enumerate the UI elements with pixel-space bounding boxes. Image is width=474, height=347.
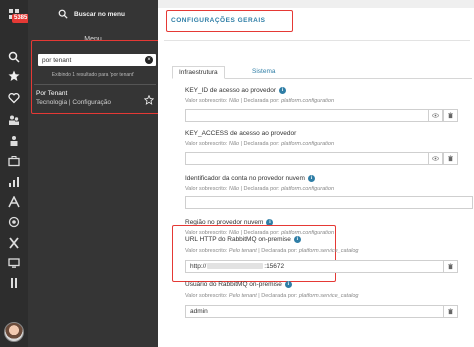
meta-declared-label: | Declarada por: — [258, 248, 298, 254]
tab-infraestrutura[interactable]: Infraestrutura — [172, 66, 225, 79]
eye-icon[interactable] — [428, 152, 443, 165]
close-x-icon[interactable] — [7, 236, 21, 250]
result-title: Por Tenant — [36, 90, 68, 97]
info-icon[interactable]: i — [293, 236, 301, 243]
menu-search-label: Buscar no menu — [74, 10, 125, 18]
menu-search-input[interactable] — [42, 56, 142, 64]
notification-badge: 5385 — [12, 14, 30, 23]
chart-icon[interactable] — [7, 175, 21, 189]
search-icon[interactable] — [7, 50, 21, 64]
field-meta: Valor sobrescrito: Pelo tenant | Declara… — [185, 293, 358, 299]
trash-icon[interactable] — [443, 260, 458, 273]
trash-icon[interactable] — [443, 152, 458, 165]
meta-declared-value: platform.configuration — [281, 186, 335, 192]
meta-overwritten-value: Não — [228, 98, 240, 104]
meta-declared-label: | Declarada por: — [240, 141, 280, 147]
info-icon[interactable]: i — [284, 281, 292, 288]
menu-search-trigger[interactable]: Buscar no menu — [58, 8, 125, 20]
divider — [34, 84, 156, 85]
key-id-input[interactable] — [185, 109, 443, 122]
info-icon[interactable]: i — [279, 87, 287, 94]
field-label-text: KEY_ID de acesso ao provedor — [185, 87, 277, 94]
people-icon[interactable] — [7, 113, 21, 127]
field-label: KEY_ID de acesso ao provedor i — [185, 87, 287, 94]
heart-icon[interactable] — [7, 91, 21, 105]
trash-icon[interactable] — [443, 109, 458, 122]
top-shade — [158, 0, 474, 8]
meta-declared-label: | Declarada por: — [258, 293, 298, 299]
field-label: Usuário do RabbitMQ on-premise i — [185, 281, 292, 288]
menu-panel: Buscar no menu Menu × Exibindo 1 resulta… — [28, 0, 183, 347]
search-icon — [58, 9, 68, 19]
field-label: KEY_ACCESS de acesso ao provedor — [185, 130, 296, 137]
meta-overwritten-label: Valor sobrescrito: — [185, 248, 228, 254]
trash-icon[interactable] — [443, 305, 458, 318]
field-label-text: KEY_ACCESS de acesso ao provedor — [185, 130, 297, 137]
avatar[interactable] — [4, 322, 24, 342]
meta-declared-value: platform.configuration — [281, 98, 335, 104]
field-label: Identificador da conta no provedor nuvem… — [185, 175, 315, 182]
meta-overwritten-label: Valor sobrescrito: — [185, 141, 228, 147]
result-path: Tecnologia | Configuração — [36, 99, 112, 106]
rabbitmq-url-input[interactable]: http:// :15672 — [185, 260, 458, 273]
meta-declared-value: platform.service_catalog — [298, 248, 359, 254]
meta-declared-value: platform.configuration — [281, 141, 335, 147]
meta-overwritten-label: Valor sobrescrito: — [185, 186, 228, 192]
account-id-input[interactable] — [185, 196, 473, 209]
key-access-input[interactable] — [185, 152, 443, 165]
url-prefix: http:// — [190, 263, 207, 270]
meta-overwritten-label: Valor sobrescrito: — [185, 293, 228, 299]
field-meta: Valor sobrescrito: Não | Declarada por: … — [185, 141, 334, 147]
meta-overwritten-value: Não — [228, 141, 240, 147]
section-title: CONFIGURAÇÕES GERAIS — [171, 17, 266, 24]
clear-search-icon[interactable]: × — [145, 56, 153, 64]
people-group-icon[interactable] — [7, 134, 21, 148]
info-bars-icon[interactable] — [7, 276, 21, 290]
star-icon[interactable] — [7, 69, 21, 83]
meta-overwritten-value: Não — [228, 186, 240, 192]
url-suffix: :15672 — [264, 263, 285, 270]
meta-declared-value: platform.service_catalog — [298, 293, 359, 299]
rabbitmq-user-input[interactable]: admin — [185, 305, 458, 318]
meta-overwritten-label: Valor sobrescrito: — [185, 98, 228, 104]
tab-bar: Infraestrutura Sistema — [172, 66, 472, 79]
meta-overwritten-value: Pelo tenant — [228, 248, 257, 254]
eye-icon[interactable] — [428, 109, 443, 122]
tab-sistema[interactable]: Sistema — [246, 66, 281, 79]
favorite-star-icon[interactable] — [144, 95, 154, 105]
field-meta: Valor sobrescrito: Não | Declarada por: … — [185, 186, 334, 192]
briefcase-icon[interactable] — [7, 154, 21, 168]
meta-overwritten-value: Pelo tenant — [228, 293, 257, 299]
monitor-icon[interactable] — [7, 256, 21, 270]
target-icon[interactable] — [7, 215, 21, 229]
menu-title: Menu — [84, 36, 102, 43]
menu-search-box[interactable]: × — [38, 54, 156, 66]
icon-rail: 5385 — [0, 0, 30, 347]
field-label-text: URL HTTP do RabbitMQ on-premise — [185, 236, 291, 243]
field-meta: Valor sobrescrito: Pelo tenant | Declara… — [185, 248, 358, 254]
field-label-text: Usuário do RabbitMQ on-premise — [185, 281, 282, 288]
divider — [164, 40, 470, 41]
info-icon[interactable]: i — [307, 175, 315, 182]
field-meta: Valor sobrescrito: Não | Declarada por: … — [185, 98, 334, 104]
meta-declared-label: | Declarada por: — [240, 98, 280, 104]
result-count: Exibindo 1 resultado para 'por tenant' — [51, 72, 135, 78]
main-content: CONFIGURAÇÕES GERAIS Infraestrutura Sist… — [158, 0, 474, 347]
font-icon[interactable] — [7, 195, 21, 209]
menu-result-item[interactable]: Por Tenant Tecnologia | Configuração — [34, 90, 156, 112]
meta-declared-label: | Declarada por: — [240, 186, 280, 192]
field-label-text: Identificador da conta no provedor nuvem — [185, 175, 305, 182]
redacted-host — [207, 263, 264, 270]
field-label: URL HTTP do RabbitMQ on-premise i — [185, 236, 301, 243]
